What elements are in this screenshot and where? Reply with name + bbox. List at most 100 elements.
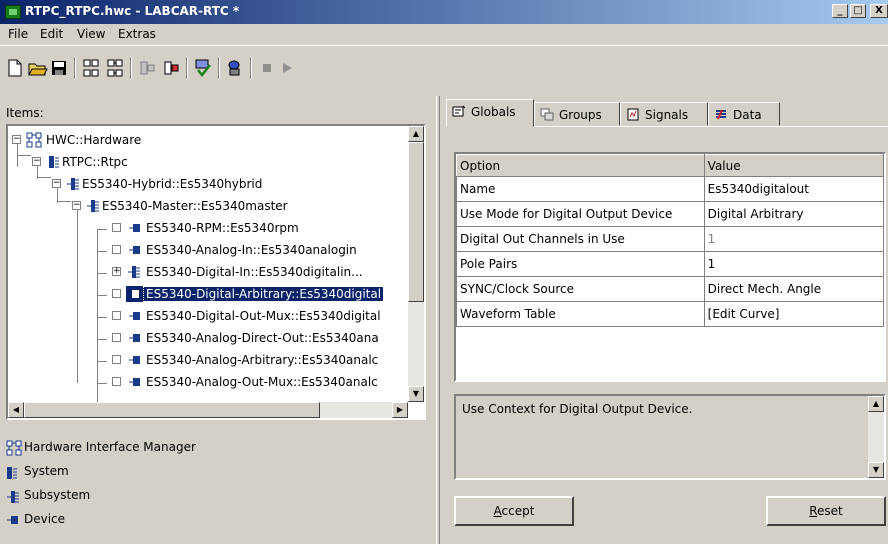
- scroll-down-arrow-icon[interactable]: ▼: [408, 386, 424, 402]
- download-icon[interactable]: [224, 57, 246, 79]
- tree-node-analog-direct-out[interactable]: ES5340-Analog-Direct-Out::Es5340ana: [8, 328, 408, 348]
- scroll-down-arrow-icon[interactable]: ▼: [868, 462, 884, 478]
- open-folder-icon[interactable]: [26, 57, 48, 79]
- menu-extras[interactable]: Extras: [118, 27, 156, 41]
- tree-line: [97, 229, 107, 230]
- accept-button[interactable]: Accept: [454, 496, 574, 526]
- scroll-up-arrow-icon[interactable]: ▲: [408, 126, 424, 142]
- hardware-tree[interactable]: − HWC::Hardware − RTPC::Rtpc − ES5340-Hy…: [6, 124, 426, 420]
- legend-label: Subsystem: [24, 488, 91, 502]
- properties-grid[interactable]: Option Value Name Es5340digitalout Use M…: [454, 152, 886, 382]
- device-selected-icon: [126, 286, 144, 302]
- tree-node-digital-in[interactable]: + ES5340-Digital-In::Es5340digitalin...: [8, 262, 408, 282]
- groups-icon: [540, 108, 554, 121]
- tree-node-label: ES5340-Master::Es5340master: [102, 199, 288, 213]
- device-icon: [7, 516, 18, 524]
- option-cell: Digital Out Channels in Use: [456, 226, 705, 252]
- tab-data[interactable]: Data: [708, 102, 780, 126]
- add-system-icon[interactable]: [80, 57, 102, 79]
- value-cell[interactable]: Es5340digitalout: [703, 176, 884, 202]
- app-icon: [5, 5, 21, 19]
- value-cell[interactable]: Digital Arbitrary: [703, 201, 884, 227]
- tree-line: [97, 273, 107, 274]
- tree-node-label: ES5340-RPM::Es5340rpm: [146, 221, 299, 235]
- scroll-left-arrow-icon[interactable]: ◀: [8, 402, 24, 418]
- table-row[interactable]: Digital Out Channels in Use 1: [456, 226, 884, 252]
- tree-node-analog-arbitrary[interactable]: ES5340-Analog-Arbitrary::Es5340analc: [8, 350, 408, 370]
- tree-node-digital-arbitrary[interactable]: ES5340-Digital-Arbitrary::Es5340digital: [8, 284, 408, 304]
- collapse-toggle: [112, 311, 121, 320]
- tree-node-label: ES5340-Digital-Out-Mux::Es5340digital: [146, 309, 381, 323]
- maximize-button[interactable]: □: [850, 4, 866, 18]
- tree-line: [97, 383, 107, 384]
- toolbar-separator: [74, 57, 76, 79]
- tree-node-digital-out-mux[interactable]: ES5340-Digital-Out-Mux::Es5340digital: [8, 306, 408, 326]
- add-device-disabled-icon[interactable]: [136, 57, 158, 79]
- tree-node-rpm[interactable]: ES5340-RPM::Es5340rpm: [8, 218, 408, 238]
- tree-node-rtpc[interactable]: − RTPC::Rtpc: [8, 152, 408, 172]
- check-configuration-icon[interactable]: [192, 57, 214, 79]
- tree-node-label: ES5340-Digital-In::Es5340digitalin...: [146, 265, 363, 279]
- scroll-up-arrow-icon[interactable]: ▲: [868, 396, 884, 412]
- tree-horizontal-scrollbar[interactable]: ◀ ▶: [8, 402, 408, 418]
- tree-node-label: ES5340-Digital-Arbitrary::Es5340digital: [142, 286, 385, 302]
- stop-icon[interactable]: [256, 57, 278, 79]
- table-row[interactable]: Pole Pairs 1: [456, 251, 884, 277]
- menu-view[interactable]: View: [77, 27, 105, 41]
- option-cell: Pole Pairs: [456, 251, 705, 277]
- collapse-toggle[interactable]: −: [52, 179, 61, 188]
- save-icon[interactable]: [48, 57, 70, 79]
- collapse-toggle: [112, 377, 121, 386]
- add-subsystem-icon[interactable]: [104, 57, 126, 79]
- tree-node-master[interactable]: − ES5340-Master::Es5340master: [8, 196, 408, 216]
- tab-signals[interactable]: Signals: [620, 102, 708, 126]
- scrollbar-thumb[interactable]: [408, 142, 424, 302]
- minimize-button[interactable]: _: [832, 4, 848, 18]
- value-cell[interactable]: Direct Mech. Angle: [703, 276, 884, 302]
- tree-line: [97, 317, 107, 318]
- value-cell[interactable]: [Edit Curve]: [703, 301, 884, 327]
- toolbar-separator: [186, 57, 188, 79]
- table-row[interactable]: SYNC/Clock Source Direct Mech. Angle: [456, 276, 884, 302]
- description-scroll-track[interactable]: [868, 412, 884, 462]
- header-value: Value: [703, 154, 884, 177]
- system-icon: [7, 467, 17, 479]
- system-icon: [49, 156, 59, 168]
- tree-node-hardware[interactable]: − HWC::Hardware: [8, 130, 408, 150]
- expand-toggle[interactable]: +: [112, 267, 121, 276]
- close-button[interactable]: X: [870, 4, 888, 18]
- collapse-toggle[interactable]: −: [32, 157, 41, 166]
- hardware-manager-icon: [26, 132, 42, 148]
- tab-groups[interactable]: Groups: [534, 102, 620, 126]
- scrollbar-thumb[interactable]: [24, 402, 320, 418]
- option-cell: SYNC/Clock Source: [456, 276, 705, 302]
- menu-file[interactable]: File: [8, 27, 28, 41]
- tree-node-analog-out-mux[interactable]: ES5340-Analog-Out-Mux::Es5340analc: [8, 372, 408, 392]
- reset-button[interactable]: Reset: [766, 496, 886, 526]
- tree-node-label: ES5340-Hybrid::Es5340hybrid: [82, 177, 263, 191]
- collapse-toggle[interactable]: −: [12, 135, 21, 144]
- value-cell[interactable]: 1: [703, 251, 884, 277]
- tab-globals[interactable]: Globals: [446, 99, 534, 127]
- value-cell: 1: [703, 226, 884, 252]
- table-row[interactable]: Name Es5340digitalout: [456, 176, 884, 202]
- tree-node-hybrid[interactable]: − ES5340-Hybrid::Es5340hybrid: [8, 174, 408, 194]
- toolbar-separator: [218, 57, 220, 79]
- scroll-right-arrow-icon[interactable]: ▶: [392, 402, 408, 418]
- table-row[interactable]: Use Mode for Digital Output Device Digit…: [456, 201, 884, 227]
- tree-vertical-scrollbar[interactable]: ▲ ▼: [408, 126, 424, 402]
- collapse-toggle[interactable]: −: [72, 201, 81, 210]
- device-icon: [129, 312, 140, 320]
- tree-node-label: ES5340-Analog-Direct-Out::Es5340ana: [146, 331, 379, 345]
- description-box: Use Context for Digital Output Device. ▲…: [454, 394, 886, 480]
- tree-node-analog-in[interactable]: ES5340-Analog-In::Es5340analogin: [8, 240, 408, 260]
- new-file-icon[interactable]: [4, 57, 26, 79]
- signals-icon: [627, 108, 639, 121]
- properties-pane: Globals Groups Signals Data Option Value…: [440, 96, 888, 544]
- play-icon[interactable]: [276, 57, 298, 79]
- menu-edit[interactable]: Edit: [40, 27, 63, 41]
- table-row[interactable]: Waveform Table [Edit Curve]: [456, 301, 884, 327]
- tree-line: [97, 295, 107, 296]
- add-device-icon[interactable]: [160, 57, 182, 79]
- collapse-toggle: [112, 245, 121, 254]
